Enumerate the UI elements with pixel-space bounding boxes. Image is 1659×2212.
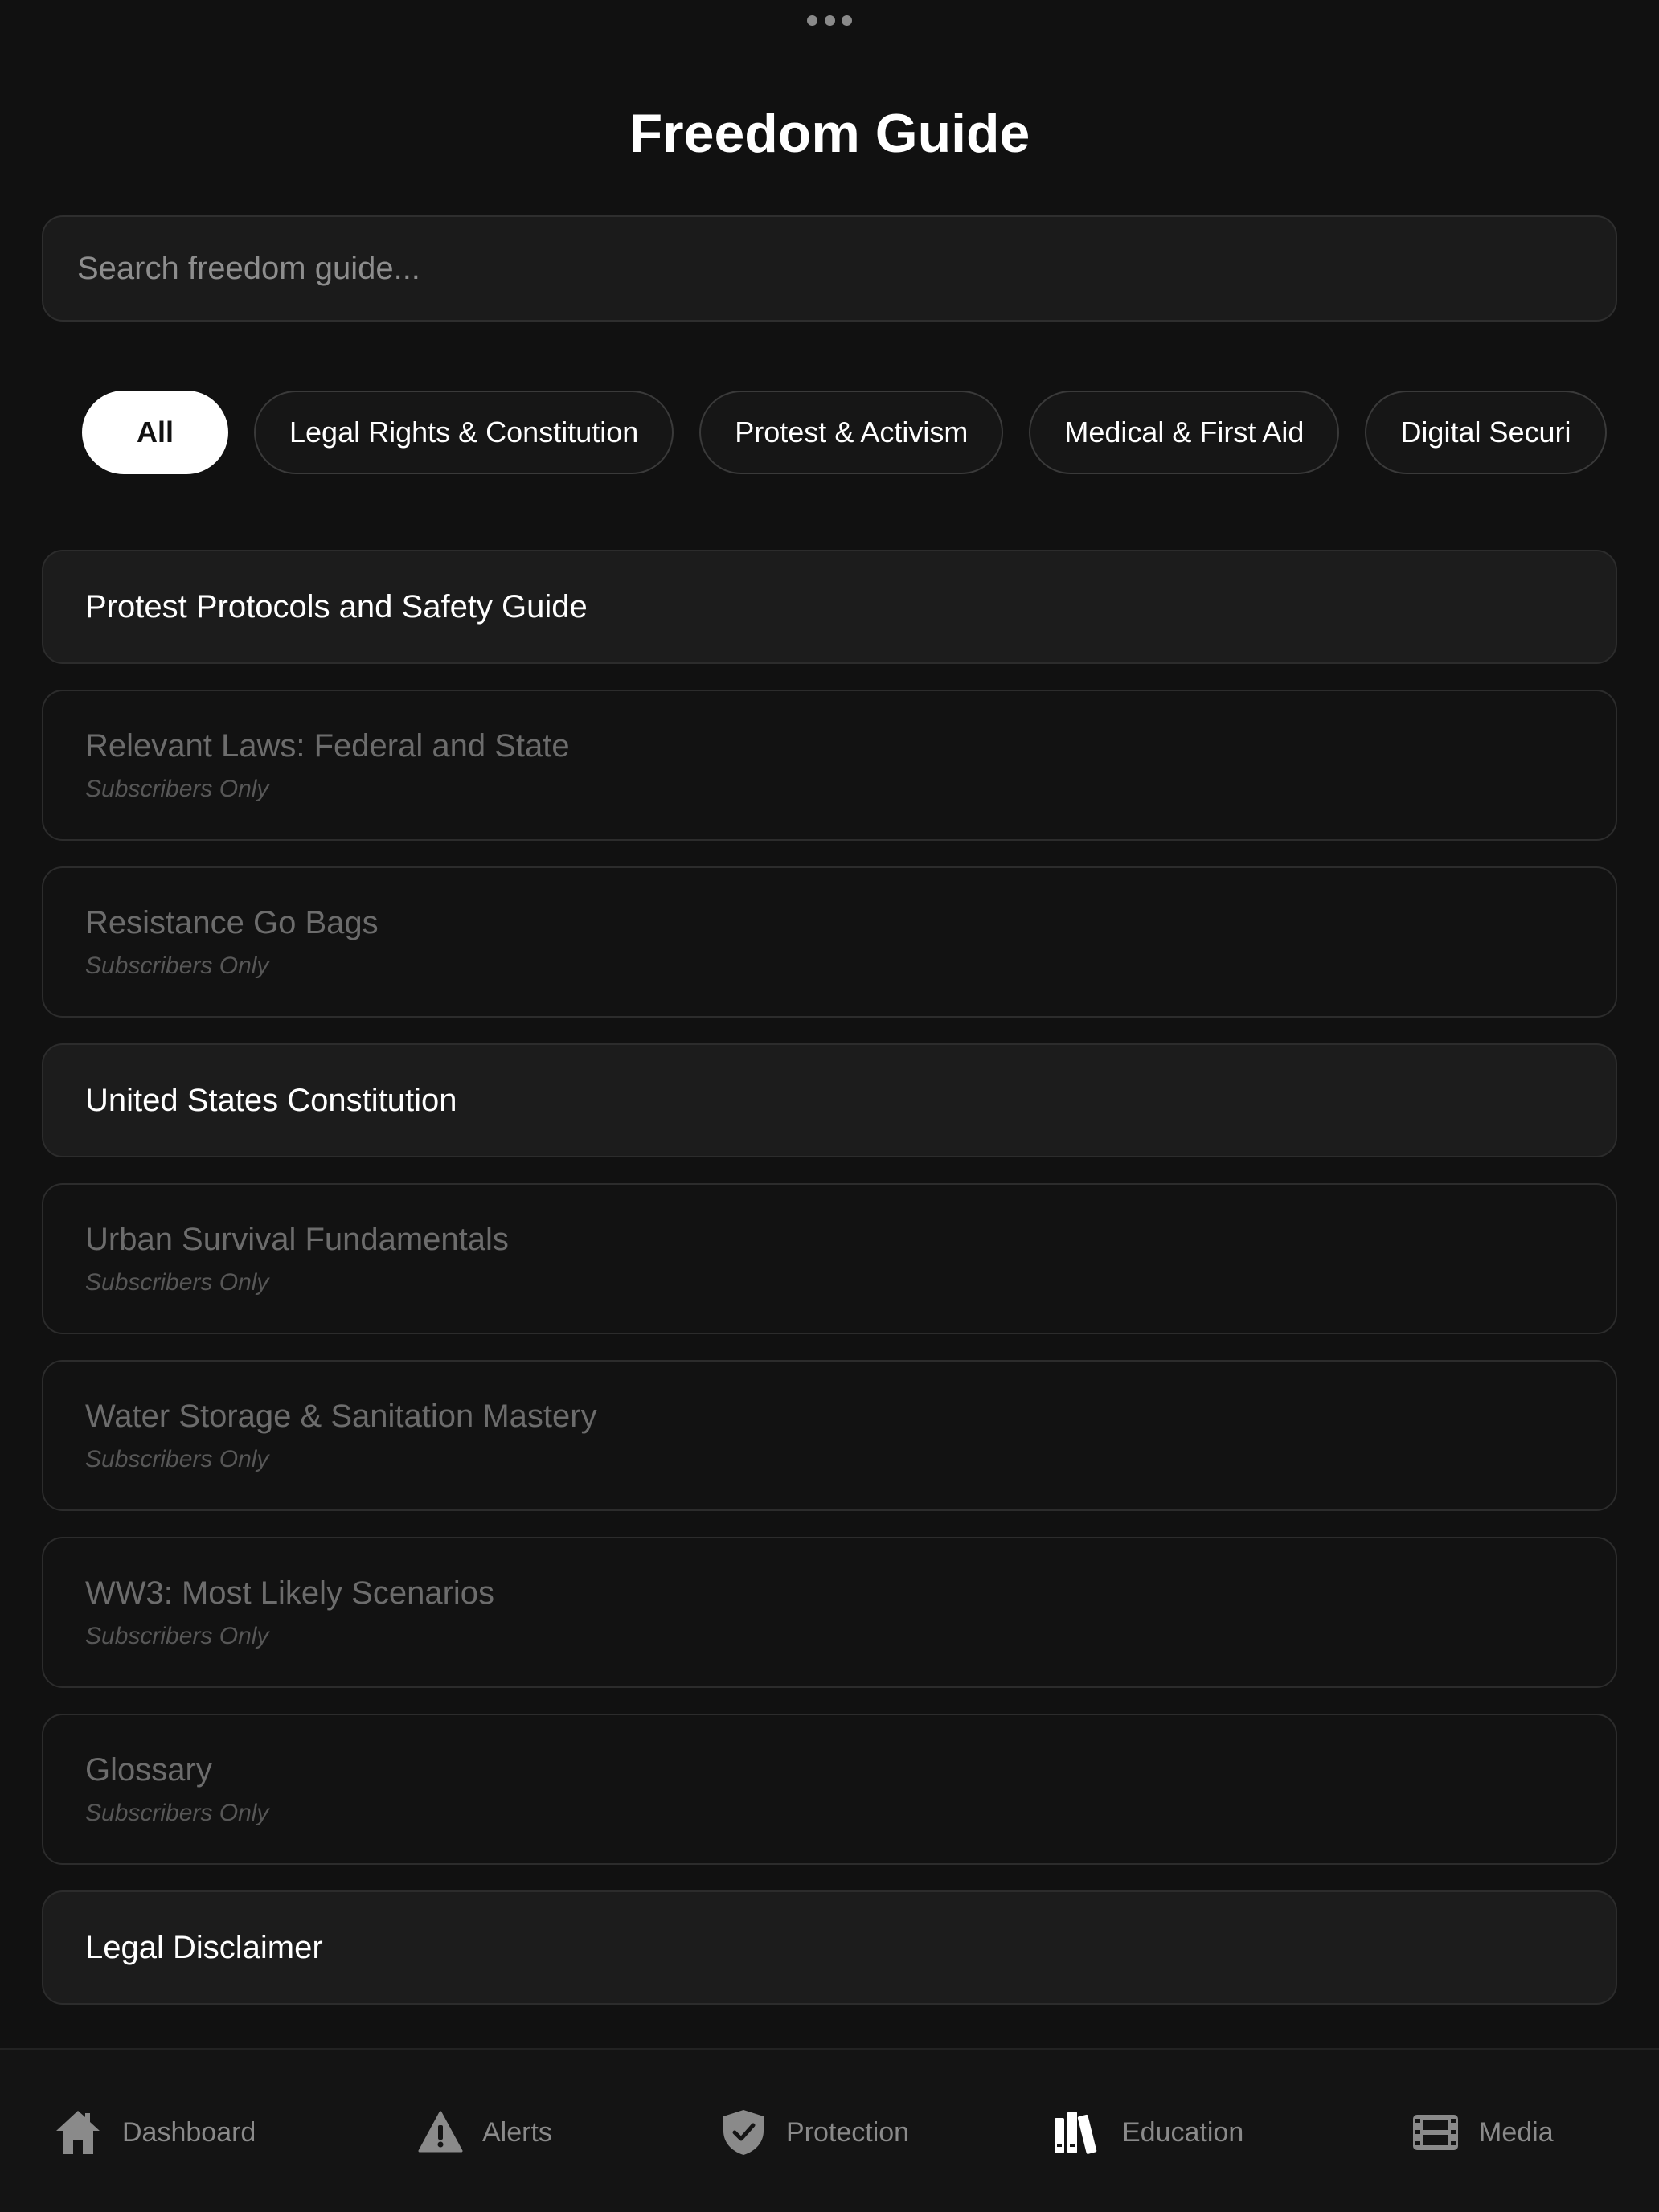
books-icon xyxy=(1055,2112,1097,2154)
dot xyxy=(824,14,835,26)
guide-item-locked[interactable]: Water Storage & Sanitation Mastery Subsc… xyxy=(42,1360,1617,1511)
dot xyxy=(842,14,852,26)
category-chip-medical-first-aid[interactable]: Medical & First Aid xyxy=(1029,391,1340,474)
guide-title: WW3: Most Likely Scenarios xyxy=(85,1575,495,1611)
chip-label: Medical & First Aid xyxy=(1064,416,1305,449)
guide-item-locked[interactable]: Urban Survival Fundamentals Subscribers … xyxy=(42,1183,1617,1334)
guide-title: Glossary xyxy=(85,1752,212,1788)
tab-label: Alerts xyxy=(482,2116,552,2148)
subscribers-only-label: Subscribers Only xyxy=(85,1623,269,1649)
guide-item-locked[interactable]: Relevant Laws: Federal and State Subscri… xyxy=(42,690,1617,841)
subscribers-only-label: Subscribers Only xyxy=(85,776,269,802)
guide-item[interactable]: Protest Protocols and Safety Guide xyxy=(42,550,1617,664)
warning-triangle-icon xyxy=(418,2111,463,2153)
chip-label: Legal Rights & Constitution xyxy=(289,416,639,449)
house-icon xyxy=(56,2111,100,2154)
search-input[interactable] xyxy=(43,217,1616,320)
search-field[interactable] xyxy=(42,215,1617,322)
tab-label: Dashboard xyxy=(122,2116,256,2148)
window-menu-dots-icon[interactable] xyxy=(807,13,852,27)
category-chip-protest-activism[interactable]: Protest & Activism xyxy=(699,391,1004,474)
tab-education[interactable]: Education xyxy=(1053,2106,1243,2159)
tab-label: Education xyxy=(1122,2116,1244,2148)
guide-title: Legal Disclaimer xyxy=(85,1930,323,1965)
chip-label: Digital Securi xyxy=(1400,416,1571,449)
guide-item[interactable]: Legal Disclaimer xyxy=(42,1890,1617,2005)
page-title: Freedom Guide xyxy=(629,103,1030,164)
film-icon xyxy=(1413,2115,1458,2150)
guide-item-locked[interactable]: Resistance Go Bags Subscribers Only xyxy=(42,866,1617,1018)
guide-title: Relevant Laws: Federal and State xyxy=(85,728,570,764)
tab-label: Protection xyxy=(786,2116,910,2148)
tab-protection[interactable]: Protection xyxy=(720,2106,909,2159)
subscribers-only-label: Subscribers Only xyxy=(85,1269,269,1296)
chip-label: Protest & Activism xyxy=(735,416,969,449)
shield-check-icon xyxy=(723,2110,764,2155)
category-chips: All Legal Rights & Constitution Protest … xyxy=(82,391,1607,474)
category-chip-legal-rights[interactable]: Legal Rights & Constitution xyxy=(254,391,674,474)
dot xyxy=(807,14,817,26)
guide-title: United States Constitution xyxy=(85,1083,457,1118)
guide-item-locked[interactable]: WW3: Most Likely Scenarios Subscribers O… xyxy=(42,1537,1617,1688)
chip-label: All xyxy=(137,416,174,449)
tab-alerts[interactable]: Alerts xyxy=(418,2106,552,2159)
guide-title: Resistance Go Bags xyxy=(85,905,379,940)
guide-item-locked[interactable]: Glossary Subscribers Only xyxy=(42,1714,1617,1865)
guide-title: Protest Protocols and Safety Guide xyxy=(85,589,588,625)
guide-list: Protest Protocols and Safety Guide Relev… xyxy=(42,550,1617,2005)
category-filter-bar[interactable]: All Legal Rights & Constitution Protest … xyxy=(42,391,1617,476)
tab-media[interactable]: Media xyxy=(1411,2106,1554,2159)
guide-title: Urban Survival Fundamentals xyxy=(85,1222,509,1257)
tab-dashboard[interactable]: Dashboard xyxy=(53,2106,256,2159)
guide-title: Water Storage & Sanitation Mastery xyxy=(85,1399,597,1434)
category-chip-digital-security[interactable]: Digital Securi xyxy=(1365,391,1607,474)
guide-item[interactable]: United States Constitution xyxy=(42,1043,1617,1157)
bottom-tab-bar: Dashboard Alerts Protection Education Me… xyxy=(0,2048,1659,2212)
subscribers-only-label: Subscribers Only xyxy=(85,1800,269,1826)
tab-label: Media xyxy=(1479,2116,1554,2148)
subscribers-only-label: Subscribers Only xyxy=(85,952,269,979)
subscribers-only-label: Subscribers Only xyxy=(85,1446,269,1473)
category-chip-all[interactable]: All xyxy=(82,391,229,474)
